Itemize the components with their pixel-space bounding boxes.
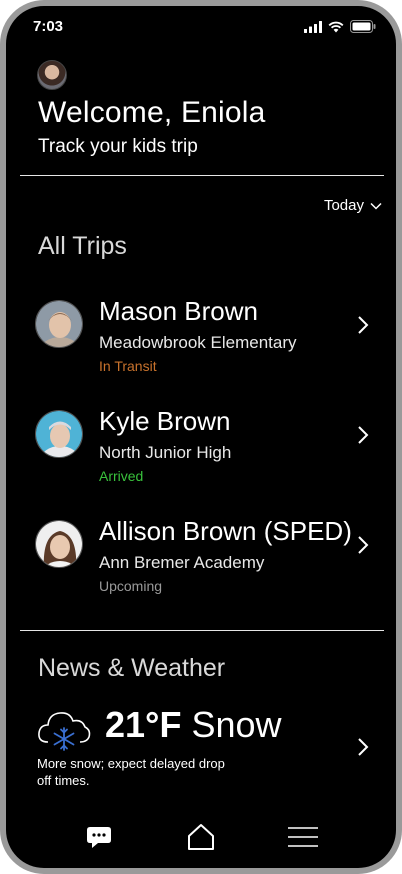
weather-temperature: 21°F	[105, 704, 182, 745]
child-avatar	[35, 520, 83, 568]
device-frame: 7:03 Welcome, Eniola Track your kids tri…	[0, 0, 402, 874]
wifi-icon	[328, 21, 344, 32]
battery-icon	[350, 20, 376, 33]
trip-status-badge: Upcoming	[99, 578, 163, 594]
chevron-right-icon	[358, 426, 369, 444]
child-avatar	[35, 410, 83, 458]
welcome-subtitle: Track your kids trip	[38, 136, 198, 157]
trip-row-kyle[interactable]: Kyle Brown North Junior High Arrived	[20, 406, 384, 510]
trip-status-badge: Arrived	[99, 468, 144, 484]
trip-child-name: Mason Brown	[99, 296, 258, 326]
weather-card[interactable]: 21°F Snow More snow; expect delayed drop…	[20, 702, 384, 794]
all-trips-title: All Trips	[38, 232, 127, 260]
trip-status-badge: In Transit	[99, 358, 157, 374]
weather-summary: 21°F Snow	[105, 704, 282, 746]
app-screen: 7:03 Welcome, Eniola Track your kids tri…	[6, 6, 396, 868]
bottom-nav	[6, 812, 396, 862]
trip-school-name: Ann Bremer Academy	[99, 553, 265, 572]
menu-icon	[288, 827, 318, 847]
trip-school-name: Meadowbrook Elementary	[99, 333, 297, 352]
trip-row-mason[interactable]: Mason Brown Meadowbrook Elementary In Tr…	[20, 296, 384, 400]
header-divider	[20, 175, 384, 176]
trip-school-name: North Junior High	[99, 443, 232, 462]
nav-menu-button[interactable]	[286, 822, 320, 852]
welcome-heading: Welcome, Eniola	[38, 96, 266, 129]
chevron-down-icon	[370, 202, 382, 210]
trip-child-name: Kyle Brown	[99, 406, 231, 436]
chevron-right-icon	[358, 536, 369, 554]
nav-chat-button[interactable]	[82, 822, 116, 852]
child-avatar	[35, 300, 83, 348]
trip-row-allison[interactable]: Allison Brown (SPED) Ann Bremer Academy …	[20, 516, 384, 620]
weather-condition: Snow	[191, 704, 282, 745]
chevron-right-icon	[358, 738, 369, 756]
status-time: 7:03	[33, 18, 64, 35]
news-weather-title: News & Weather	[38, 654, 226, 682]
status-bar: 7:03	[6, 6, 396, 46]
trip-child-name: Allison Brown (SPED)	[99, 516, 352, 546]
trips-divider	[20, 630, 384, 631]
signal-icon	[304, 20, 322, 33]
nav-home-button[interactable]	[184, 822, 218, 852]
user-avatar[interactable]	[37, 60, 67, 90]
status-icons	[304, 20, 376, 33]
weather-description: More snow; expect delayed drop off times…	[37, 756, 225, 788]
date-filter-dropdown[interactable]: Today	[324, 197, 382, 214]
chat-icon	[87, 827, 111, 848]
home-icon	[188, 824, 214, 850]
date-filter-label: Today	[323, 197, 364, 214]
chevron-right-icon	[358, 316, 369, 334]
cloud-snow-icon	[38, 712, 91, 751]
